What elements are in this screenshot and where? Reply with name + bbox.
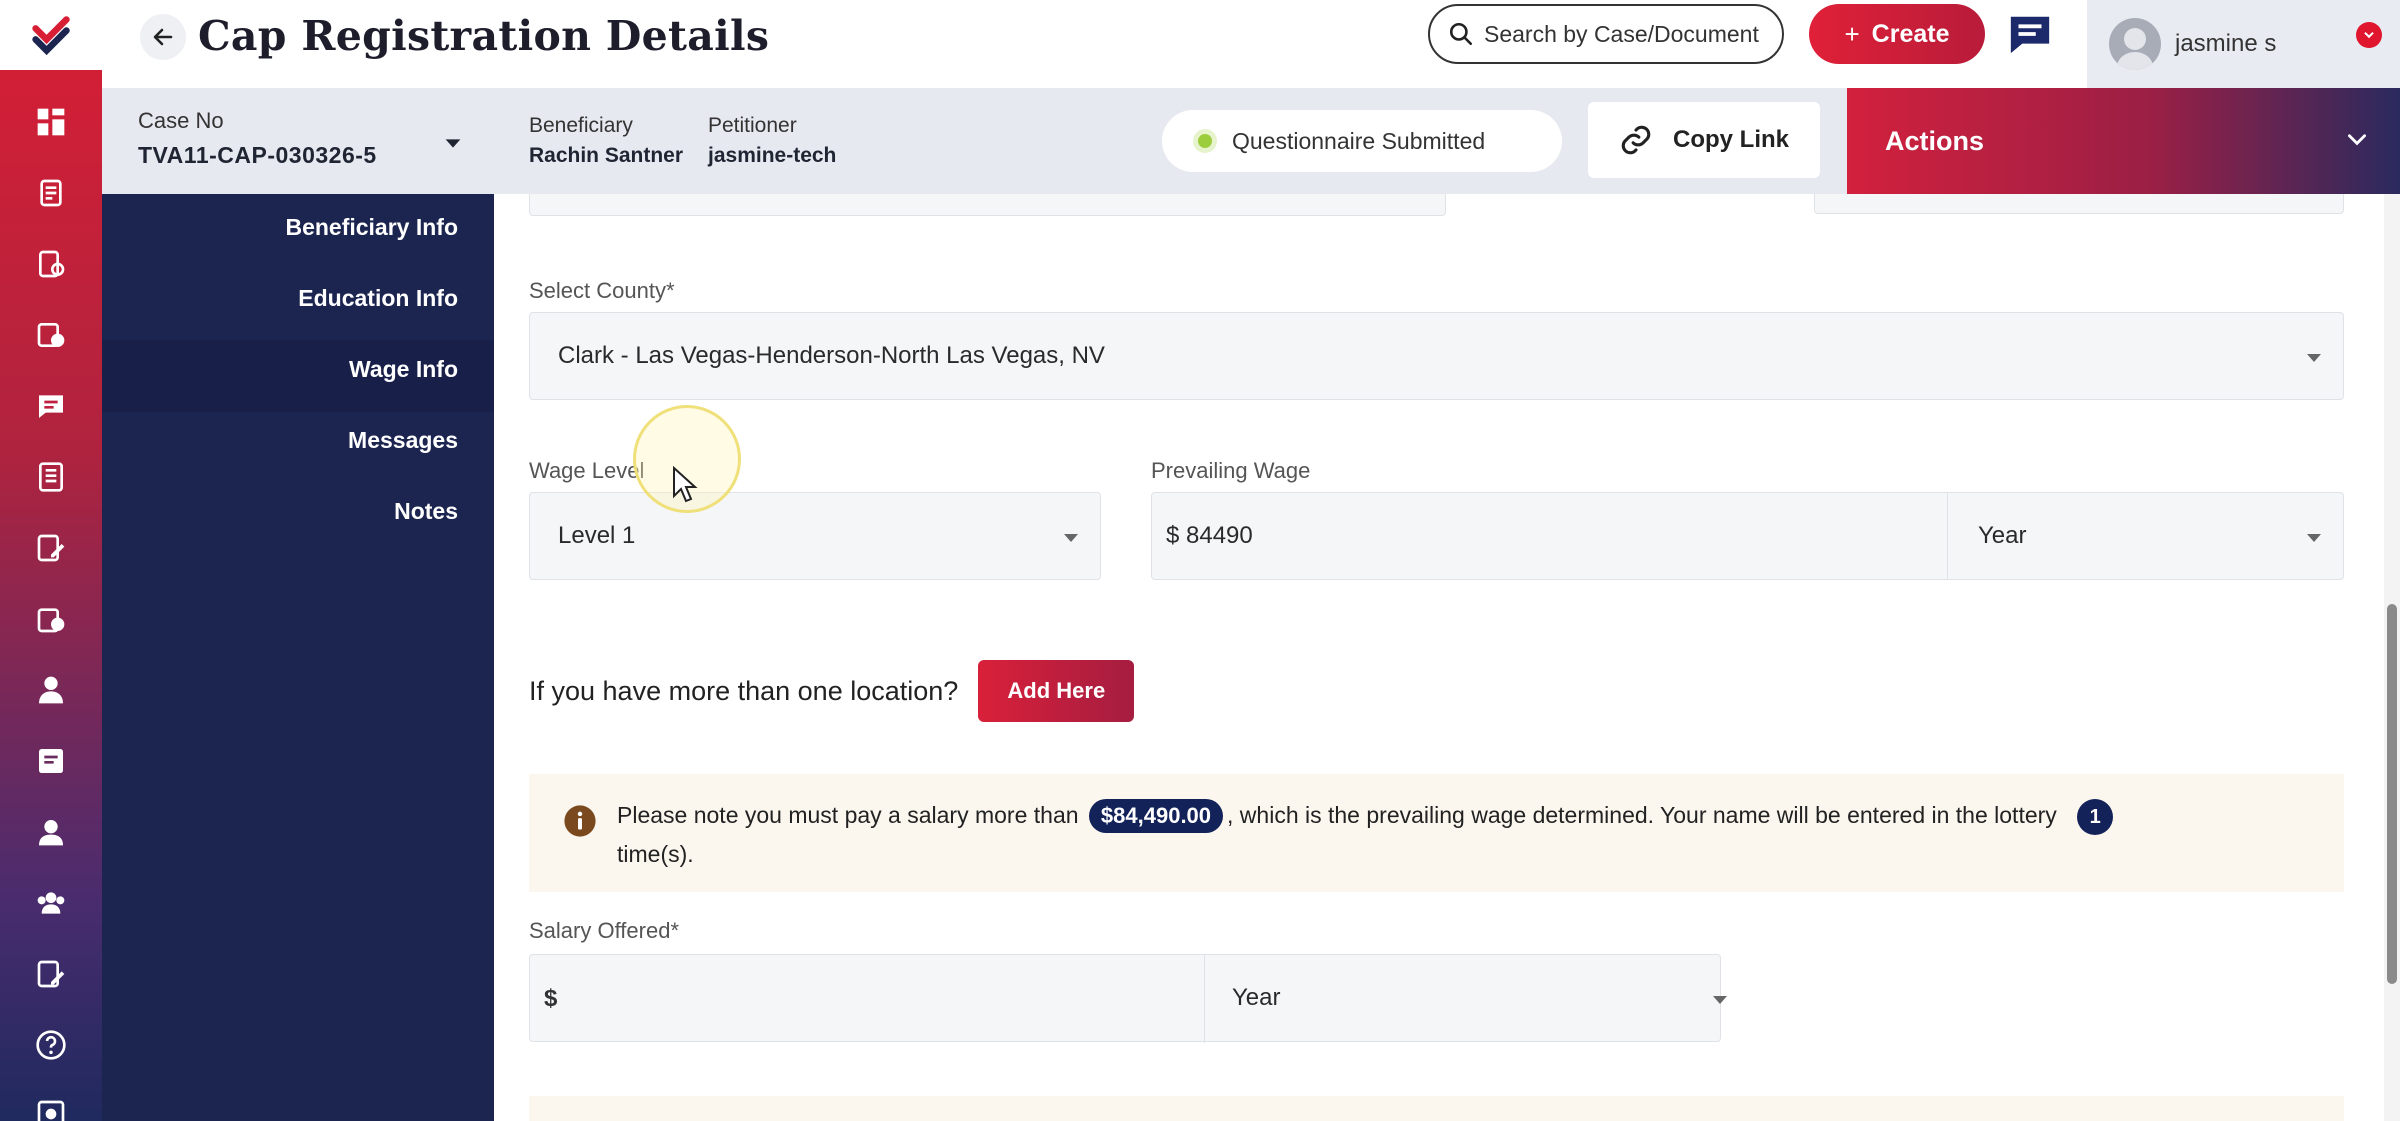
notes-icon[interactable]	[31, 741, 71, 781]
caret-down-icon	[1064, 534, 1078, 542]
back-button[interactable]	[140, 14, 186, 60]
task-edit-icon[interactable]	[31, 954, 71, 994]
county-label: Select County*	[529, 278, 675, 303]
notice-prefix: Please note you must pay a salary more t…	[617, 802, 1079, 828]
field-divider	[1204, 955, 1205, 1043]
salary-currency: $	[544, 985, 558, 1012]
form-field-partial[interactable]	[1814, 194, 2344, 214]
case-review-icon[interactable]	[31, 244, 71, 284]
case-number: Case No TVA11-CAP-030326-5	[138, 108, 377, 169]
status-dot	[1198, 134, 1212, 148]
create-button-label: Create	[1871, 19, 1950, 48]
plus-icon: +	[1844, 18, 1860, 49]
beneficiary-info: Beneficiary Rachin Santner	[529, 114, 683, 168]
salary-offered-input[interactable]: $ Year	[529, 954, 1727, 1043]
actions-dropdown[interactable]: Actions	[1847, 88, 2400, 194]
prevailing-wage-unit-select[interactable]: Year	[1947, 492, 2344, 580]
nav-item-beneficiary-info[interactable]: Beneficiary Info	[285, 214, 458, 241]
approval-icon[interactable]	[31, 599, 71, 639]
nav-item-wage-info[interactable]: Wage Info	[349, 356, 458, 383]
petitioner-info: Petitioner jasmine-tech	[708, 114, 836, 168]
case-status-icon[interactable]	[31, 315, 71, 355]
notice-amount-badge: $84,490.00	[1088, 799, 1224, 833]
petitioner-name: jasmine-tech	[708, 144, 837, 167]
chat-button[interactable]	[2006, 10, 2054, 58]
prevailing-wage-value: $ 84490	[1166, 522, 1253, 549]
nav-item-messages[interactable]: Messages	[348, 427, 458, 454]
user-name: jasmine s	[2175, 30, 2277, 57]
info-icon	[564, 805, 596, 837]
forms-icon[interactable]	[31, 457, 71, 497]
team-icon[interactable]	[31, 883, 71, 923]
arrow-left-icon	[153, 28, 173, 46]
section-nav: Beneficiary Info Education Info Wage Inf…	[102, 194, 494, 1121]
prevailing-wage-unit: Year	[1978, 522, 2027, 549]
avatar	[2109, 18, 2161, 70]
petitioner-label: Petitioner	[708, 114, 797, 137]
status-badge: Questionnaire Submitted	[1162, 110, 1562, 172]
edit-document-icon[interactable]	[31, 528, 71, 568]
chevron-down-icon[interactable]	[2356, 22, 2382, 48]
search-icon	[1449, 22, 1473, 46]
page-scrollbar[interactable]	[2384, 194, 2400, 1121]
messages-icon[interactable]	[31, 386, 71, 426]
settings-icon[interactable]	[31, 1094, 71, 1121]
county-value: Clark - Las Vegas-Henderson-North Las Ve…	[558, 342, 1105, 369]
top-header: Cap Registration Details + Create jasmin…	[102, 0, 2400, 88]
add-here-button[interactable]: Add Here	[978, 660, 1135, 722]
case-no-label: Case No	[138, 108, 224, 133]
dashboard-icon[interactable]	[31, 102, 71, 142]
chat-icon	[2010, 16, 2050, 54]
link-icon	[1621, 125, 1651, 155]
support-agent-icon[interactable]	[31, 812, 71, 852]
beneficiary-name: Rachin Santner	[529, 144, 684, 167]
salary-offered-label: Salary Offered*	[529, 918, 680, 943]
copy-link-button[interactable]: Copy Link	[1588, 102, 1820, 178]
prevailing-wage-input[interactable]: $ 84490	[1151, 492, 1948, 580]
notice-text: Please note you must pay a salary more t…	[617, 796, 2317, 873]
county-select[interactable]: Clark - Las Vegas-Henderson-North Las Ve…	[529, 312, 2344, 400]
beneficiary-label: Beneficiary	[529, 114, 633, 137]
location-question: If you have more than one location?	[529, 675, 959, 706]
salary-unit-select[interactable]: Year	[1232, 984, 1281, 1012]
nav-item-notes[interactable]: Notes	[394, 498, 458, 525]
copy-link-label: Copy Link	[1672, 126, 1789, 153]
form-field-partial[interactable]	[529, 194, 1446, 216]
wage-level-select[interactable]: Level 1	[529, 492, 1101, 580]
app-icon-rail	[0, 0, 102, 1121]
actions-label: Actions	[1885, 125, 1985, 156]
caret-down-icon	[2307, 534, 2321, 542]
caret-down-icon	[445, 139, 461, 148]
wage-info-form: Select County* Clark - Las Vegas-Henders…	[494, 194, 2384, 1121]
create-button[interactable]: + Create	[1809, 4, 1985, 64]
prevailing-wage-notice: Please note you must pay a salary more t…	[529, 774, 2344, 892]
notice-middle: , which is the prevailing wage determine…	[1227, 802, 2057, 828]
app-logo[interactable]	[0, 0, 102, 70]
prevailing-wage-label: Prevailing Wage	[1151, 458, 1311, 483]
status-label: Questionnaire Submitted	[1232, 127, 1486, 154]
chevron-down-icon	[2348, 134, 2366, 146]
nav-item-education-info[interactable]: Education Info	[298, 285, 458, 312]
user-icon[interactable]	[31, 670, 71, 710]
case-info-bar: Case No TVA11-CAP-030326-5 Beneficiary R…	[102, 88, 2400, 194]
mouse-cursor-icon	[673, 466, 698, 503]
lottery-count-badge: 1	[2077, 798, 2114, 835]
next-section-partial	[529, 1096, 2344, 1121]
logo-icon	[32, 16, 70, 56]
search-box[interactable]	[1428, 4, 1784, 64]
wage-level-value: Level 1	[558, 522, 636, 549]
case-select-dropdown[interactable]	[442, 132, 464, 159]
notice-suffix: time(s).	[617, 840, 694, 867]
help-icon[interactable]	[31, 1025, 71, 1065]
wage-level-label: Wage Level	[529, 458, 645, 483]
additional-location-row: If you have more than one location? Add …	[529, 660, 1135, 722]
search-input[interactable]	[1484, 20, 1774, 48]
case-no-value: TVA11-CAP-030326-5	[138, 142, 377, 168]
caret-down-icon	[2307, 354, 2321, 362]
user-menu[interactable]: jasmine s	[2087, 0, 2400, 88]
page-title: Cap Registration Details	[198, 12, 770, 60]
caret-down-icon	[1713, 996, 1727, 1004]
documents-icon[interactable]	[31, 173, 71, 213]
scrollbar-thumb[interactable]	[2387, 604, 2397, 984]
